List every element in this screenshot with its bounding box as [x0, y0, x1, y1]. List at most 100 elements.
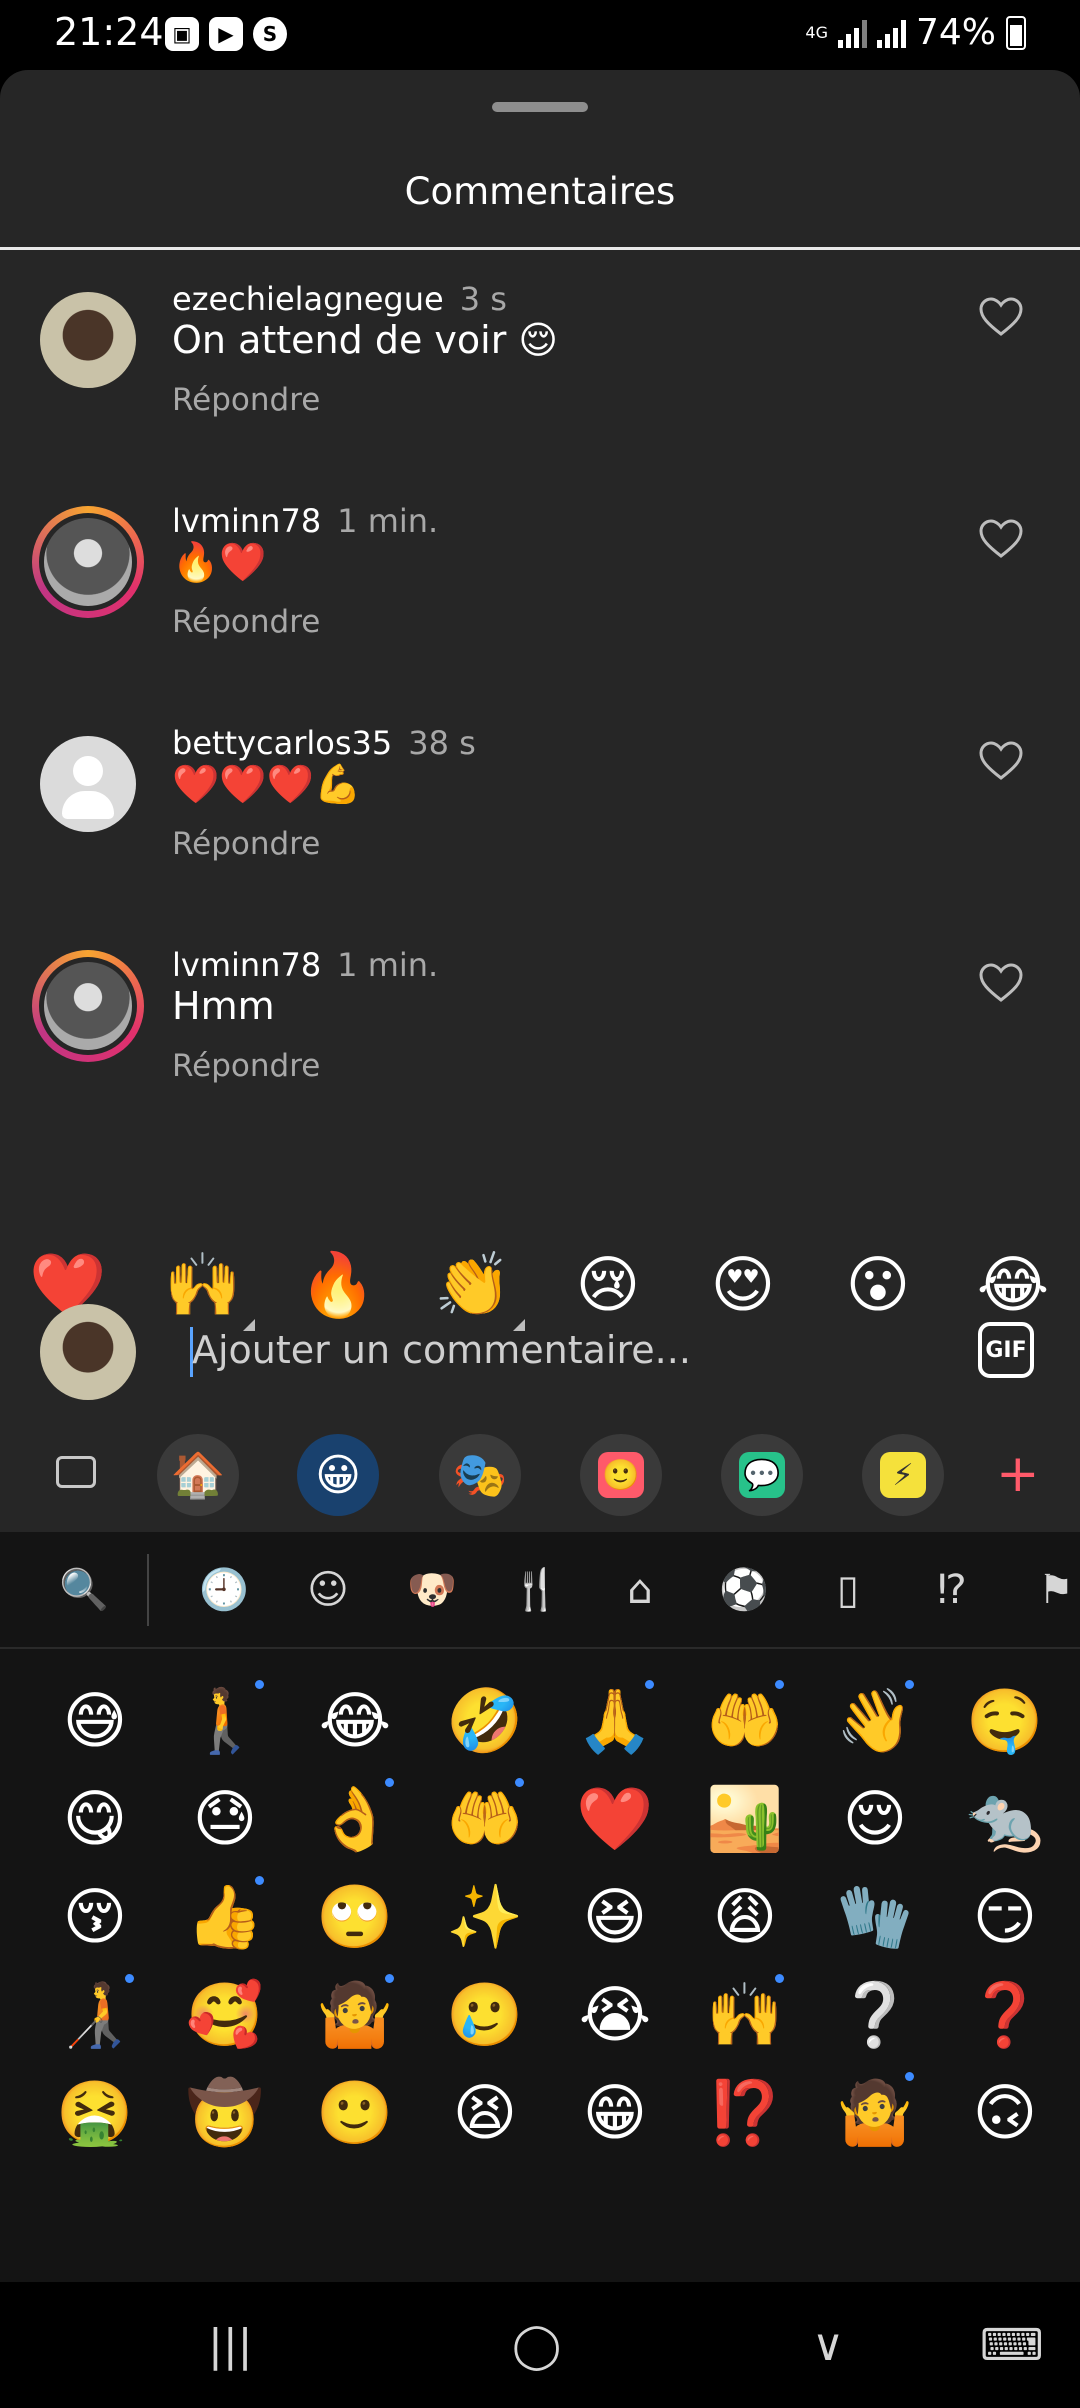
gif-button[interactable]: GIF [978, 1322, 1034, 1378]
sticker-tab[interactable]: 🙂 [580, 1434, 662, 1516]
avatar-story-ring[interactable] [32, 506, 144, 618]
animals-icon[interactable]: 🐶 [404, 1562, 460, 1618]
battery-percent: 74% [915, 12, 996, 53]
emoji-key[interactable]: 😅 [30, 1672, 160, 1770]
keyboard-icon[interactable] [56, 1456, 96, 1488]
emoji-key[interactable]: 🤤 [940, 1672, 1070, 1770]
emoji-key[interactable]: ❓ [940, 1966, 1070, 2064]
like-heart-icon[interactable] [978, 296, 1024, 338]
emoji-key[interactable]: 🥲 [420, 1966, 550, 2064]
emoji-key[interactable]: 😏 [940, 1868, 1070, 1966]
emoji-key[interactable]: 😌 [810, 1770, 940, 1868]
bitmoji-tab[interactable]: 🎭 [439, 1434, 521, 1516]
divider [0, 247, 1080, 250]
emoji-key[interactable]: 🙄 [290, 1868, 420, 1966]
animated-sticker-tab[interactable]: ⚡ [862, 1434, 944, 1516]
emoji-tab[interactable]: 😀 [297, 1434, 379, 1516]
emoji-key[interactable]: 👌 [290, 1770, 420, 1868]
comment-text: ❤️❤️❤️💪 [172, 762, 362, 806]
emoji-key[interactable]: ✨ [420, 1868, 550, 1966]
avatar-story-ring[interactable] [32, 950, 144, 1062]
emoji-key[interactable]: 😓 [160, 1770, 290, 1868]
reply-button[interactable]: Répondre [172, 604, 320, 640]
add-icon[interactable]: + [996, 1448, 1040, 1500]
emoji-key[interactable]: 😚 [30, 1868, 160, 1966]
emoji-key[interactable]: 🙃 [940, 2064, 1070, 2162]
reply-button[interactable]: Répondre [172, 826, 320, 862]
emoji-key[interactable]: 🐀 [940, 1770, 1070, 1868]
symbols-icon[interactable]: ⁉ [924, 1562, 980, 1618]
sheet-title: Commentaires [404, 170, 676, 213]
like-heart-icon[interactable] [978, 518, 1024, 560]
emoji-key[interactable]: 👍 [160, 1868, 290, 1966]
comments-sheet: Commentaires ezechielagnegue 3 s On atten… [0, 70, 1080, 1532]
emoji-key[interactable]: 🥰 [160, 1966, 290, 2064]
emoji-key[interactable]: 🤣 [420, 1672, 550, 1770]
emoji-key[interactable]: 🙂 [290, 2064, 420, 2162]
food-icon[interactable]: 🍴 [508, 1562, 564, 1618]
emoji-key[interactable]: 🙏 [550, 1672, 680, 1770]
comment-input[interactable]: Ajouter un commentaire... [192, 1328, 691, 1372]
emoji-key[interactable]: 🤷 [810, 2064, 940, 2162]
emoji-key[interactable]: 😂 [290, 1672, 420, 1770]
home-icon[interactable]: ◯ [512, 2320, 561, 2371]
status-time: 21:24 [54, 10, 164, 54]
gif-sticker-tab[interactable]: 💬 [721, 1434, 803, 1516]
emoji-key[interactable]: 🤲 [420, 1770, 550, 1868]
emoji-key[interactable]: 😩 [680, 1868, 810, 1966]
flags-icon[interactable]: ⚑ [1028, 1562, 1080, 1618]
sticker-icon: 🙂 [598, 1452, 644, 1498]
emoji-key[interactable]: 🤷 [290, 1966, 420, 2064]
username[interactable]: ezechielagnegue [172, 280, 444, 318]
emoji-key[interactable]: 😆 [550, 1868, 680, 1966]
hide-keyboard-icon[interactable]: ∨ [812, 2320, 844, 2371]
emoji-key[interactable]: 🙌 [680, 1966, 810, 2064]
keyboard-switch-icon[interactable]: ⌨ [980, 2320, 1044, 2371]
emoji-key[interactable]: 🤠 [160, 2064, 290, 2162]
emoji-key[interactable]: 🤲 [680, 1672, 810, 1770]
emoji-key[interactable]: 🚶 [160, 1672, 290, 1770]
recent-clock-icon[interactable]: 🕘 [196, 1562, 252, 1618]
objects-icon[interactable]: ▯ [820, 1562, 876, 1618]
like-heart-icon[interactable] [978, 740, 1024, 782]
emoji-home-tab[interactable]: 🏠 [157, 1434, 239, 1516]
emoji-key[interactable]: 🧑‍🦯 [30, 1966, 160, 2064]
emoji-key[interactable]: 🏜️ [680, 1770, 810, 1868]
comment-user[interactable]: bettycarlos35 38 s [172, 724, 476, 762]
comment-user[interactable]: lvminn78 1 min. [172, 502, 438, 540]
smileys-icon[interactable]: ☺ [300, 1562, 356, 1618]
like-heart-icon[interactable] [978, 962, 1024, 1004]
emoji-key[interactable]: 👋 [810, 1672, 940, 1770]
network-type: 4G [805, 22, 828, 42]
emoji-keyboard: 🔍 🕘 ☺ 🐶 🍴 ⌂ ⚽ ▯ ⁉ ⚑ 😅 🚶 😂 🤣 🙏 🤲 👋 🤤 😋 😓 … [0, 1532, 1080, 2282]
search-icon[interactable]: 🔍 [56, 1562, 112, 1618]
comment-time: 38 s [408, 724, 476, 762]
comment-text: Hmm [172, 984, 275, 1028]
username[interactable]: bettycarlos35 [172, 724, 392, 762]
reply-button[interactable]: Répondre [172, 382, 320, 418]
places-icon[interactable]: ⌂ [612, 1562, 668, 1618]
comment-user[interactable]: ezechielagnegue 3 s [172, 280, 507, 318]
drag-handle[interactable] [492, 102, 588, 112]
emoji-key[interactable]: 😭 [550, 1966, 680, 2064]
emoji-key[interactable]: 🧤 [810, 1868, 940, 1966]
avatar-default[interactable] [40, 736, 136, 832]
emoji-key[interactable]: ⁉️ [680, 2064, 810, 2162]
username[interactable]: lvminn78 [172, 502, 321, 540]
avatar[interactable] [40, 292, 136, 388]
comment-item: lvminn78 1 min. Hmm Répondre [0, 936, 1080, 1136]
emoji-key[interactable]: ❔ [810, 1966, 940, 2064]
emoji-key[interactable]: ❤️ [550, 1770, 680, 1868]
activities-icon[interactable]: ⚽ [716, 1562, 772, 1618]
emoji-key[interactable]: 🤮 [30, 2064, 160, 2162]
signal-icon [837, 18, 867, 48]
comment-text: 🔥❤️ [172, 540, 267, 584]
emoji-key[interactable]: 😁 [550, 2064, 680, 2162]
comment-item: bettycarlos35 38 s ❤️❤️❤️💪 Répondre [0, 714, 1080, 914]
recents-icon[interactable]: ||| [208, 2320, 252, 2371]
comment-user[interactable]: lvminn78 1 min. [172, 946, 438, 984]
emoji-key[interactable]: 😫 [420, 2064, 550, 2162]
emoji-key[interactable]: 😋 [30, 1770, 160, 1868]
username[interactable]: lvminn78 [172, 946, 321, 984]
reply-button[interactable]: Répondre [172, 1048, 320, 1084]
